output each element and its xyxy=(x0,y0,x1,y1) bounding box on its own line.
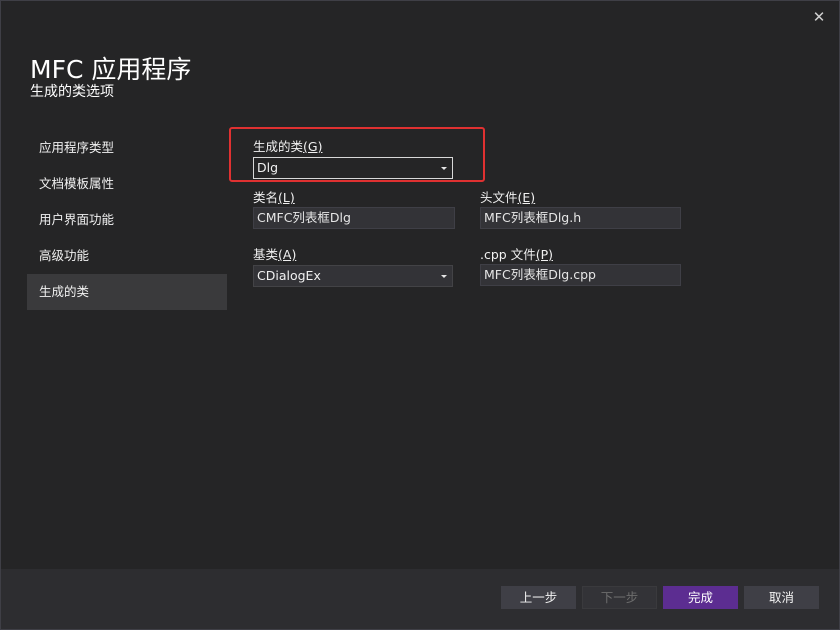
cpp-file-label: .cpp 文件(P) xyxy=(480,247,553,262)
cancel-button[interactable]: 取消 xyxy=(744,586,819,609)
prev-button[interactable]: 上一步 xyxy=(501,586,576,609)
sidebar-item-ui-features[interactable]: 用户界面功能 xyxy=(27,202,227,238)
sidebar-item-advanced-features[interactable]: 高级功能 xyxy=(27,238,227,274)
sidebar-item-application-type[interactable]: 应用程序类型 xyxy=(27,130,227,166)
base-class-value: CDialogEx xyxy=(257,268,321,283)
highlight-box xyxy=(229,127,485,182)
dialog-window xyxy=(0,0,840,630)
class-name-label: 类名(L) xyxy=(253,190,295,205)
base-class-label: 基类(A) xyxy=(253,247,297,262)
page-subtitle: 生成的类选项 xyxy=(30,84,114,100)
sidebar-item-document-template[interactable]: 文档模板属性 xyxy=(27,166,227,202)
cpp-file-field[interactable]: MFC列表框Dlg.cpp xyxy=(480,264,681,286)
header-file-field[interactable]: MFC列表框Dlg.h xyxy=(480,207,681,229)
base-class-select[interactable]: CDialogEx xyxy=(253,265,453,287)
class-name-field[interactable]: CMFC列表框Dlg xyxy=(253,207,455,229)
sidebar-item-generated-classes[interactable]: 生成的类 xyxy=(27,274,227,310)
close-icon[interactable]: ✕ xyxy=(808,6,830,28)
next-button[interactable]: 下一步 xyxy=(582,586,657,609)
header-file-label: 头文件(E) xyxy=(480,190,536,205)
sidebar-nav: 应用程序类型 文档模板属性 用户界面功能 高级功能 生成的类 xyxy=(27,130,227,310)
finish-button[interactable]: 完成 xyxy=(663,586,738,609)
chevron-down-icon xyxy=(441,275,447,278)
